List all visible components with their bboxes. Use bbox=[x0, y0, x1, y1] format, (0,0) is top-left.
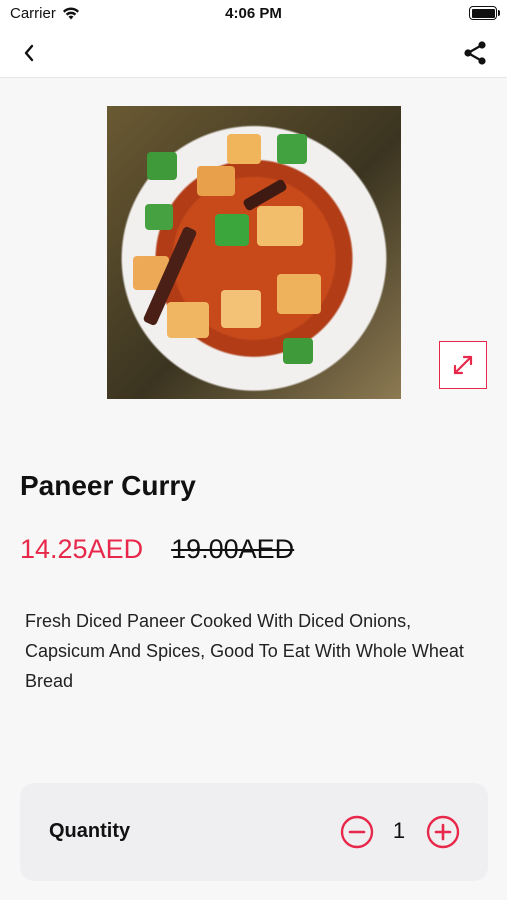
nav-bar bbox=[0, 28, 507, 78]
share-icon bbox=[464, 41, 486, 65]
food-detail bbox=[147, 152, 177, 180]
food-detail bbox=[197, 166, 235, 196]
product-name: Paneer Curry bbox=[20, 470, 196, 501]
food-detail bbox=[145, 204, 173, 230]
product-image[interactable] bbox=[107, 106, 401, 399]
quantity-increase-button[interactable] bbox=[426, 815, 460, 849]
price-row: 14.25AED 19.00AED bbox=[20, 534, 294, 565]
food-detail bbox=[215, 214, 249, 246]
chevron-left-icon bbox=[24, 44, 34, 62]
food-detail bbox=[227, 134, 261, 164]
food-detail bbox=[257, 206, 303, 246]
expand-button[interactable] bbox=[439, 341, 487, 389]
food-detail bbox=[283, 338, 313, 364]
plus-circle-icon bbox=[426, 815, 460, 849]
battery-icon bbox=[469, 6, 500, 20]
price-current: 14.25AED bbox=[20, 534, 144, 564]
product-description: Fresh Diced Paneer Cooked With Diced Oni… bbox=[25, 611, 464, 691]
food-detail bbox=[221, 290, 261, 328]
food-detail bbox=[167, 302, 209, 338]
share-button[interactable] bbox=[461, 39, 489, 67]
price-original: 19.00AED bbox=[171, 534, 295, 564]
food-detail bbox=[277, 274, 321, 314]
quantity-decrease-button[interactable] bbox=[340, 815, 374, 849]
status-time: 4:06 PM bbox=[225, 5, 282, 22]
minus-circle-icon bbox=[340, 815, 374, 849]
quantity-card: Quantity 1 bbox=[20, 783, 488, 881]
quantity-value: 1 bbox=[392, 818, 406, 843]
status-bar: Carrier 4:06 PM bbox=[0, 0, 507, 28]
back-button[interactable] bbox=[16, 40, 42, 66]
quantity-label: Quantity bbox=[49, 820, 131, 842]
expand-icon bbox=[453, 355, 473, 375]
food-detail bbox=[277, 134, 307, 164]
